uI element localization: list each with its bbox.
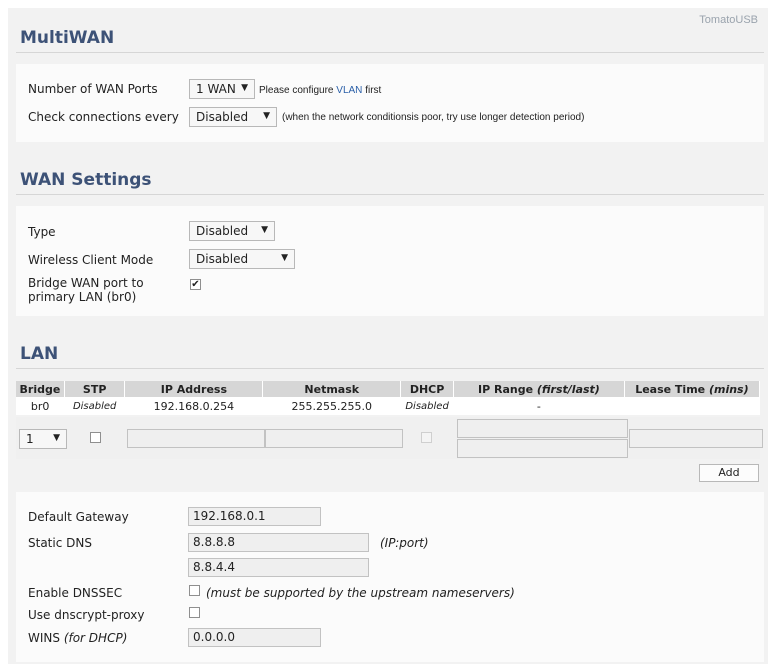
dnscrypt-checkbox[interactable]: [189, 607, 200, 618]
wins-label: WINS (for DHCP): [28, 631, 127, 645]
cell-lease: [624, 397, 760, 415]
new-range-first-input[interactable]: [457, 419, 628, 438]
new-dhcp-checkbox[interactable]: [421, 432, 432, 443]
new-lease-input[interactable]: [629, 429, 763, 448]
new-bridge-select[interactable]: 1 ▼: [19, 429, 67, 449]
check-connections-value: Disabled: [196, 110, 249, 124]
chevron-down-icon: ▼: [241, 83, 248, 93]
check-connections-note: (when the network conditionsis poor, try…: [282, 112, 585, 123]
multiwan-heading: MultiWAN: [20, 28, 115, 48]
multiwan-box: Number of WAN Ports 1 WAN ▼ Please config…: [16, 64, 764, 142]
wins-input[interactable]: 0.0.0.0: [188, 628, 321, 647]
dnscrypt-label: Use dnscrypt-proxy: [28, 608, 145, 622]
default-gateway-input[interactable]: 192.168.0.1: [188, 507, 321, 526]
lan-settings-box: Default Gateway 192.168.0.1 Static DNS 8…: [16, 492, 764, 662]
dnssec-checkbox[interactable]: [189, 585, 200, 596]
new-stp-checkbox[interactable]: [90, 432, 101, 443]
lan-divider: [16, 368, 764, 369]
wireless-client-mode-value: Disabled: [196, 252, 249, 266]
wins-label-hint: (for DHCP): [63, 631, 128, 645]
new-bridge-value: 1: [26, 432, 34, 446]
cell-ip-range: -: [453, 397, 625, 415]
bridge-wan-checkbox[interactable]: ✔: [190, 279, 201, 290]
wan-ports-note: Please configure VLAN first: [259, 85, 381, 96]
static-dns-label: Static DNS: [28, 536, 92, 550]
col-lease-text: Lease Time: [635, 382, 709, 396]
col-netmask: Netmask: [262, 381, 402, 397]
new-netmask-input[interactable]: [265, 429, 403, 448]
chevron-down-icon: ▼: [281, 253, 288, 263]
wan-ports-value: 1 WAN: [196, 82, 236, 96]
check-connections-select[interactable]: Disabled ▼: [189, 107, 277, 127]
col-bridge: Bridge: [16, 381, 65, 397]
col-ip: IP Address: [124, 381, 264, 397]
page-panel: TomatoUSB MultiWAN Number of WAN Ports 1…: [8, 8, 768, 664]
dns1-input[interactable]: 8.8.8.8: [188, 533, 369, 552]
note-text: Please configure: [259, 85, 334, 96]
wan-settings-heading: WAN Settings: [20, 170, 152, 190]
bridge-wan-label-line1: Bridge WAN port to: [28, 276, 144, 290]
col-stp: STP: [64, 381, 126, 397]
chevron-down-icon: ▼: [263, 111, 270, 121]
lan-table: Bridge STP IP Address Netmask DHCP IP Ra…: [16, 381, 761, 415]
col-lease-hint: (mins): [708, 382, 749, 396]
check-connections-label: Check connections every: [28, 110, 179, 124]
cell-dhcp: Disabled: [400, 397, 454, 415]
chevron-down-icon: ▼: [53, 433, 60, 443]
wireless-client-mode-select[interactable]: Disabled ▼: [189, 249, 295, 269]
new-ip-input[interactable]: [127, 429, 265, 448]
wireless-client-mode-label: Wireless Client Mode: [28, 253, 154, 267]
table-row[interactable]: br0 Disabled 192.168.0.254 255.255.255.0…: [16, 397, 760, 415]
note-text: first: [365, 85, 382, 96]
multiwan-divider: [16, 52, 764, 53]
col-ip-range-hint: (first/last): [536, 382, 600, 396]
bridge-wan-label-line2: primary LAN (br0): [28, 290, 137, 304]
default-gateway-label: Default Gateway: [28, 510, 129, 524]
col-ip-range: IP Range (first/last): [453, 381, 625, 397]
cell-bridge: br0: [16, 397, 65, 415]
new-range-last-input[interactable]: [457, 439, 628, 458]
wan-settings-divider: [16, 194, 764, 195]
wan-ports-label: Number of WAN Ports: [28, 82, 158, 96]
wan-settings-box: Type Disabled ▼ Wireless Client Mode Disa…: [16, 206, 764, 316]
cell-ip: 192.168.0.254: [124, 397, 263, 415]
chevron-down-icon: ▼: [261, 225, 268, 235]
wan-ports-select[interactable]: 1 WAN ▼: [189, 79, 255, 99]
add-button[interactable]: Add: [699, 464, 759, 482]
col-lease: Lease Time (mins): [624, 381, 761, 397]
col-ip-range-text: IP Range: [477, 382, 537, 396]
lan-heading: LAN: [20, 344, 59, 364]
col-dhcp: DHCP: [400, 381, 454, 397]
lan-table-header: Bridge STP IP Address Netmask DHCP IP Ra…: [16, 381, 761, 397]
dnssec-note: (must be supported by the upstream names…: [206, 586, 515, 600]
cell-stp: Disabled: [64, 397, 125, 415]
vlan-link[interactable]: VLAN: [336, 85, 362, 96]
type-select[interactable]: Disabled ▼: [189, 221, 275, 241]
type-label: Type: [28, 225, 56, 239]
wins-label-text: WINS: [28, 631, 64, 645]
bridge-wan-label: Bridge WAN port to primary LAN (br0): [28, 276, 144, 304]
type-value: Disabled: [196, 224, 249, 238]
dns2-input[interactable]: 8.8.4.4: [188, 558, 369, 577]
cell-netmask: 255.255.255.0: [262, 397, 401, 415]
enable-dnssec-label: Enable DNSSEC: [28, 586, 123, 600]
dns-note: (IP:port): [380, 536, 429, 550]
brand-label: TomatoUSB: [699, 14, 758, 26]
